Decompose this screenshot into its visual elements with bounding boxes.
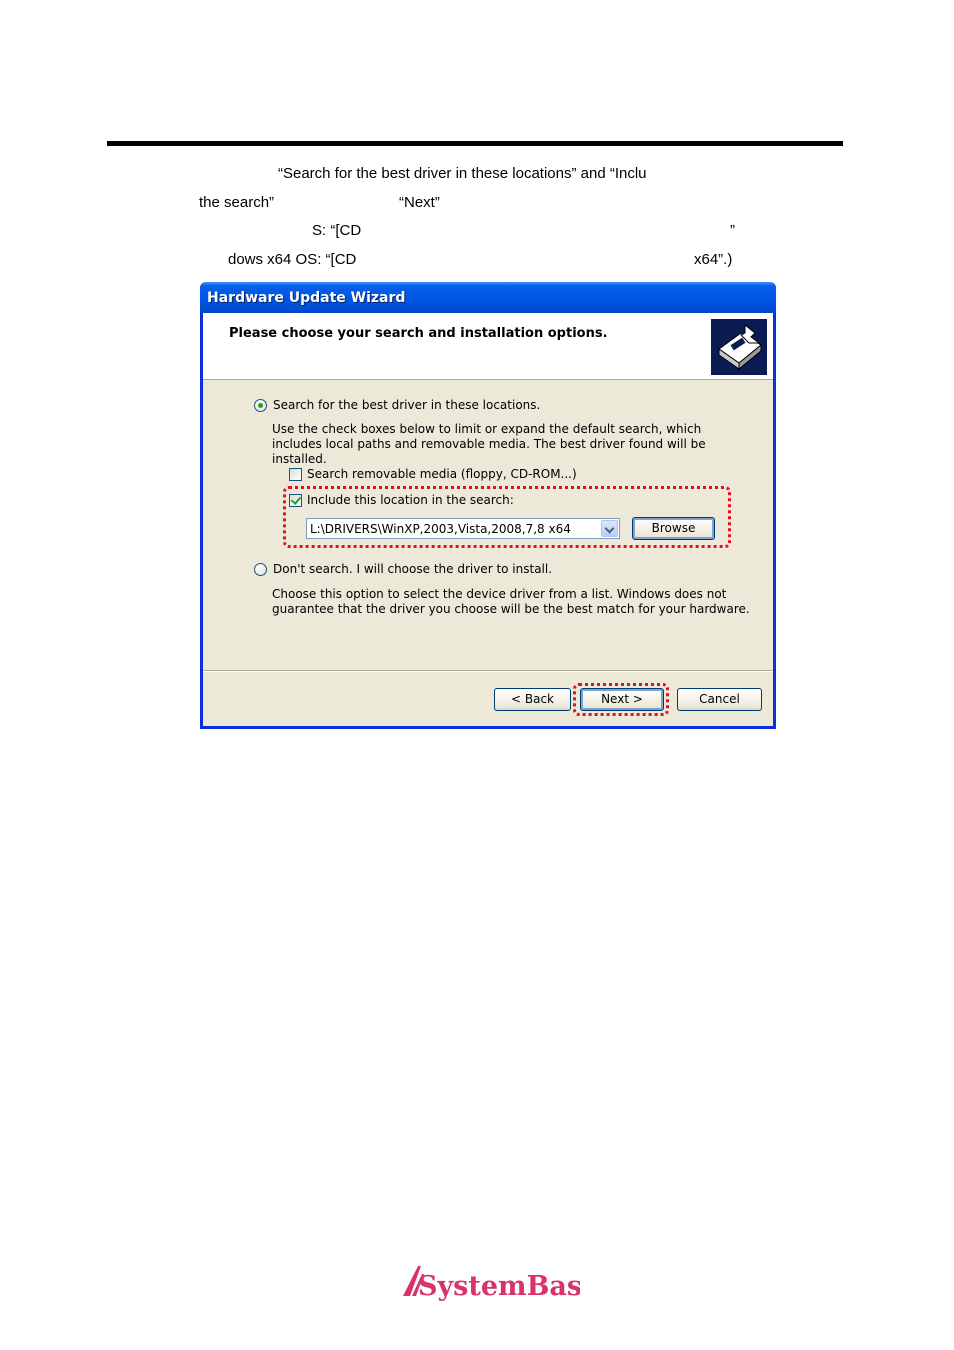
hardware-update-wizard-dialog: Hardware Update Wizard Please choose you… xyxy=(200,282,776,729)
doc-line-2b: “Next” xyxy=(399,194,440,211)
removable-media-label[interactable]: Search removable media (floppy, CD-ROM..… xyxy=(307,467,577,481)
doc-line-3a: S: “[CD xyxy=(312,222,362,239)
removable-media-checkbox[interactable] xyxy=(289,468,302,481)
footer-divider-highlight xyxy=(203,671,773,672)
hardware-install-icon xyxy=(711,319,767,375)
dont-search-label[interactable]: Don't search. I will choose the driver t… xyxy=(273,562,552,576)
systembase-logo: SystemBase xyxy=(400,1262,599,1306)
dont-search-radio[interactable] xyxy=(254,563,267,576)
dont-search-description: Choose this option to select the device … xyxy=(272,587,750,616)
header-title: Please choose your search and installati… xyxy=(229,326,608,341)
back-button[interactable]: < Back xyxy=(494,688,571,711)
dialog-title: Hardware Update Wizard xyxy=(207,290,406,306)
logo-text: SystemBase xyxy=(418,1271,580,1302)
search-option-description: Use the check boxes below to limit or ex… xyxy=(272,422,706,466)
search-option-label[interactable]: Search for the best driver in these loca… xyxy=(273,398,540,412)
doc-line-1: “Search for the best driver in these loc… xyxy=(278,165,647,182)
doc-line-4b: x64”.) xyxy=(694,251,733,268)
cancel-button[interactable]: Cancel xyxy=(677,688,762,711)
wizard-content: Search for the best driver in these loca… xyxy=(203,380,773,670)
doc-line-3b: ” xyxy=(730,222,735,239)
doc-line-2a: the search” xyxy=(199,194,275,211)
title-bar[interactable]: Hardware Update Wizard xyxy=(200,282,776,313)
search-option-radio[interactable] xyxy=(254,399,267,412)
wizard-header: Please choose your search and installati… xyxy=(203,313,773,380)
next-highlight xyxy=(573,683,669,716)
location-highlight xyxy=(283,486,731,548)
doc-line-4a: dows x64 OS: “[CD xyxy=(228,251,357,268)
header-rule xyxy=(107,141,843,146)
